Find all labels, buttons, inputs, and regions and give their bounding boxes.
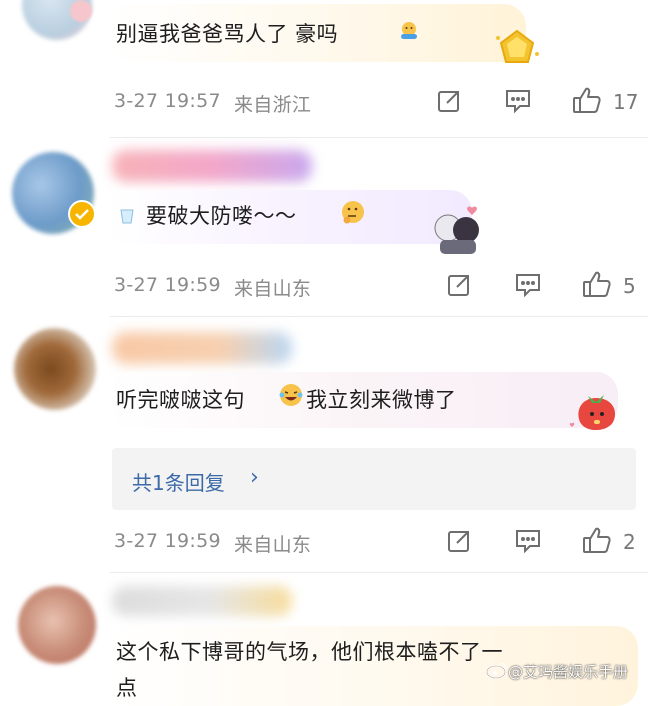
verified-badge-icon xyxy=(68,200,96,228)
thinking-emoji xyxy=(340,199,366,229)
comment-text-2: 要破大防喽～～ xyxy=(146,204,297,228)
strawberry-sticker xyxy=(568,390,622,442)
comment-text-3: 听完啵啵这句 xyxy=(116,388,245,412)
like-icon[interactable] xyxy=(572,86,602,114)
comment-time-3: 3-27 19:59 xyxy=(114,530,221,552)
comment-text-4-line1: 这个私下博哥的气场，他们根本嗑不了一 xyxy=(116,640,503,664)
divider xyxy=(110,137,648,138)
laughing-tears-emoji xyxy=(278,382,304,412)
like-icon[interactable] xyxy=(582,270,612,298)
share-icon[interactable] xyxy=(446,528,472,554)
weibo-logo-icon xyxy=(486,661,508,683)
comment-icon[interactable] xyxy=(504,88,532,114)
avatar-badge-1 xyxy=(70,0,92,22)
anime-couple-sticker xyxy=(432,204,484,258)
comment-location-1: 来自浙江 xyxy=(234,94,312,116)
gold-diamond-badge-icon xyxy=(492,28,542,72)
comment-icon[interactable] xyxy=(514,272,542,298)
comment-text-3-cont: 我立刻来微博了 xyxy=(306,388,457,412)
commenter-avatar-3[interactable] xyxy=(14,328,96,410)
share-icon[interactable] xyxy=(436,88,462,114)
replies-link[interactable]: 共1条回复 xyxy=(132,467,225,496)
like-count-3: 2 xyxy=(623,530,636,554)
commenter-avatar-4[interactable] xyxy=(18,586,96,664)
like-icon[interactable] xyxy=(582,526,612,554)
watermark-text: @艾玛酱娱乐手册 xyxy=(508,663,629,681)
like-count-1: 17 xyxy=(613,90,639,114)
comment-icon[interactable] xyxy=(514,528,542,554)
divider xyxy=(110,572,648,573)
cup-emoji xyxy=(118,207,136,229)
commenter-name-4[interactable] xyxy=(112,586,292,616)
like-count-2: 5 xyxy=(623,274,636,298)
hug-emoji xyxy=(398,20,420,46)
comment-text-1: 别逼我爸爸骂人了 豪吗 xyxy=(116,22,339,46)
chevron-right-icon: › xyxy=(250,465,259,490)
commenter-name-2[interactable] xyxy=(112,150,312,182)
comment-location-2: 来自山东 xyxy=(234,278,312,300)
commenter-name-3[interactable] xyxy=(112,332,292,364)
divider xyxy=(110,316,648,317)
share-icon[interactable] xyxy=(446,272,472,298)
comment-location-3: 来自山东 xyxy=(234,534,312,556)
comment-time-2: 3-27 19:59 xyxy=(114,274,221,296)
comment-text-4-line2: 点 xyxy=(116,676,138,700)
comment-time-1: 3-27 19:57 xyxy=(114,90,221,112)
